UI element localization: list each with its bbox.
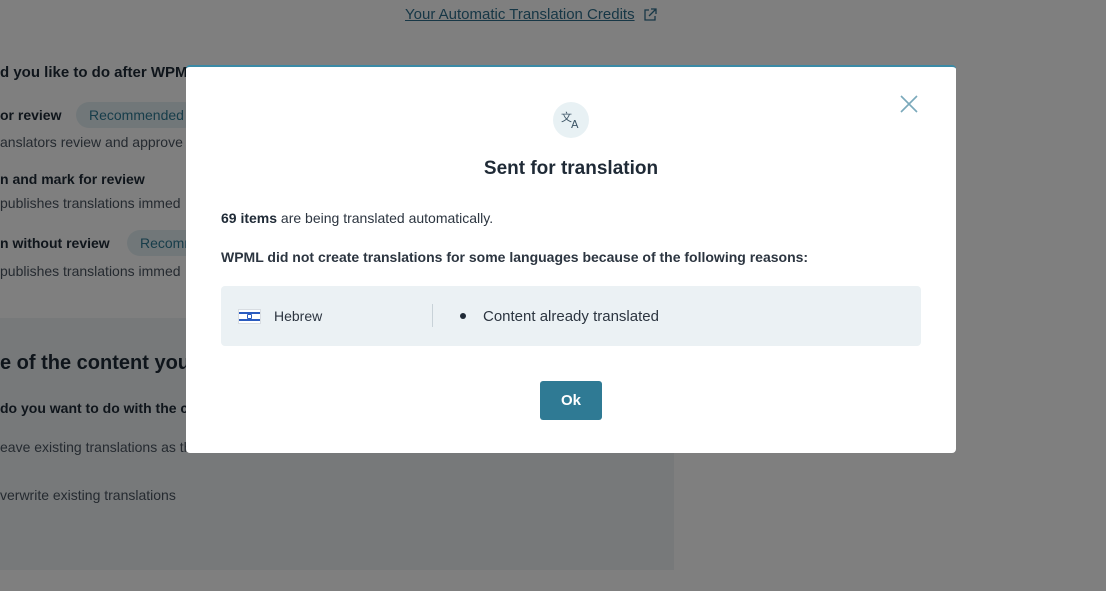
language-name: Hebrew: [274, 308, 323, 324]
israel-flag-icon: [238, 308, 261, 324]
summary-text: are being translated automatically.: [277, 210, 494, 226]
ok-button[interactable]: Ok: [540, 381, 602, 420]
translation-summary: 69 items are being translated automatica…: [221, 210, 493, 226]
reason-item: Content already translated: [460, 286, 659, 346]
cell-divider: [432, 304, 433, 327]
bullet-icon: [460, 313, 466, 319]
language-cell: Hebrew: [238, 286, 322, 346]
dialog-title: Sent for translation: [483, 158, 659, 179]
translate-icon: 文 A: [553, 102, 589, 138]
item-count: 69 items: [221, 210, 278, 226]
svg-text:A: A: [571, 118, 579, 131]
sent-for-translation-dialog: 文 A Sent for translation 69 items are be…: [186, 65, 956, 453]
close-icon[interactable]: [898, 93, 920, 115]
reason-row: Hebrew Content already translated: [221, 286, 921, 346]
translate-glyph-icon: 文 A: [561, 110, 579, 131]
reason-text: Content already translated: [483, 307, 659, 325]
reason-intro: WPML did not create translations for som…: [221, 249, 809, 265]
